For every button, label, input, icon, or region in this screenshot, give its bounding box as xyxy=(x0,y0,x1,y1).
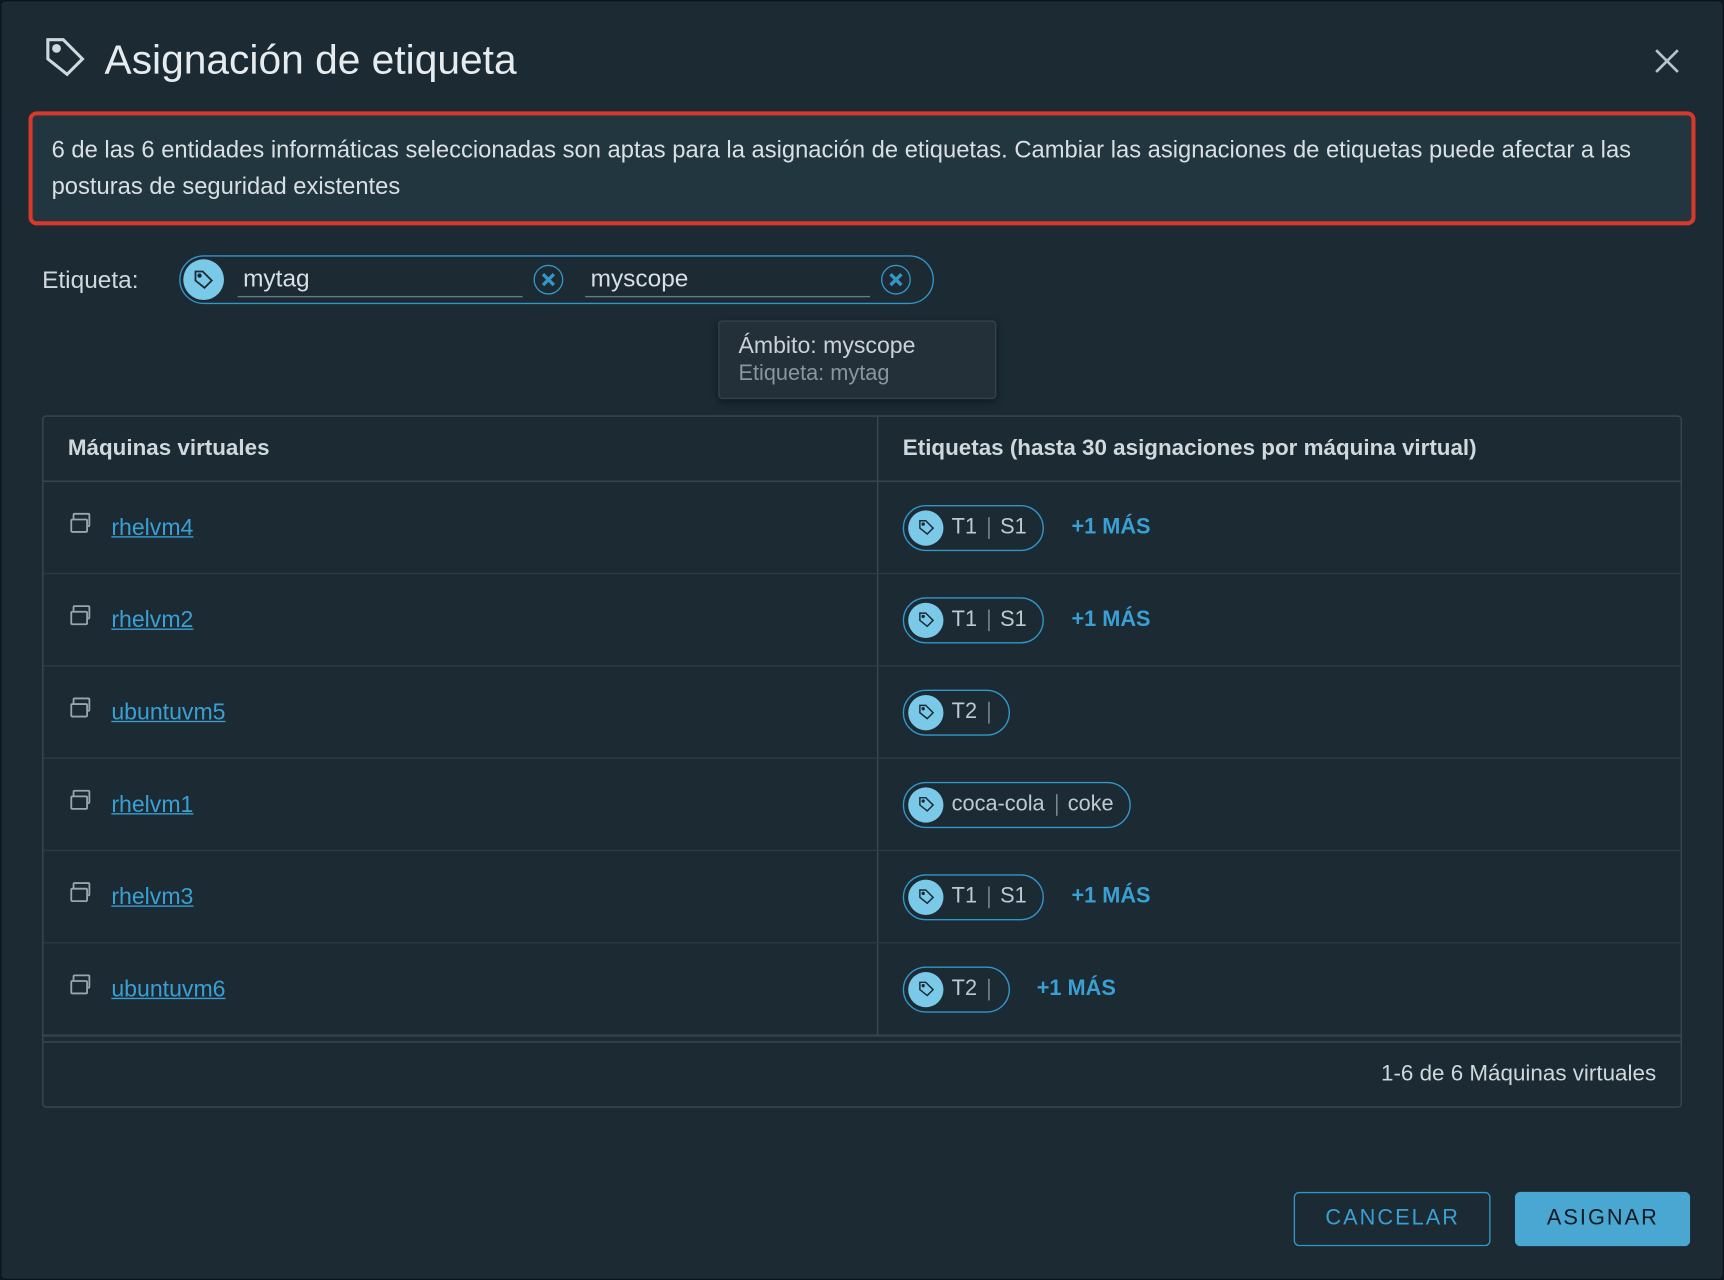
eligibility-alert: 6 de las 6 entidades informáticas selecc… xyxy=(29,111,1696,225)
vm-icon xyxy=(68,603,95,637)
cell-vm: rhelvm2 xyxy=(43,575,878,666)
more-tags-link[interactable]: +1 MÁS xyxy=(1037,977,1116,1001)
tag-pill[interactable]: coca-colacoke xyxy=(903,782,1131,828)
vm-table: Máquinas virtuales Etiquetas (hasta 30 a… xyxy=(42,416,1682,1108)
tag-pill[interactable]: T2 xyxy=(903,966,1010,1012)
tag-icon xyxy=(908,695,943,730)
vm-icon xyxy=(68,880,95,914)
table-header: Máquinas virtuales Etiquetas (hasta 30 a… xyxy=(43,417,1680,482)
vm-icon xyxy=(68,695,95,729)
more-tags-link[interactable]: +1 MÁS xyxy=(1071,516,1150,540)
tooltip-tag: Etiqueta: mytag xyxy=(738,363,976,387)
cell-vm: rhelvm1 xyxy=(43,759,878,850)
tag-pill[interactable]: T1S1 xyxy=(903,874,1045,920)
vm-link[interactable]: ubuntuvm5 xyxy=(111,699,225,726)
more-tags-link[interactable]: +1 MÁS xyxy=(1071,608,1150,632)
tooltip-scope: Ámbito: myscope xyxy=(738,333,976,360)
cell-tags: T1S1 +1 MÁS xyxy=(878,851,1680,942)
dialog-footer: CANCELAR ASIGNAR xyxy=(1,1167,1722,1278)
tag-icon xyxy=(908,879,943,914)
vm-link[interactable]: rhelvm1 xyxy=(111,791,193,818)
tag-tooltip: Ámbito: myscope Etiqueta: mytag xyxy=(718,321,996,400)
table-row: rhelvm3 T1S1 +1 MÁS xyxy=(43,851,1680,943)
assign-button[interactable]: ASIGNAR xyxy=(1516,1192,1690,1246)
tag-field-label: Etiqueta: xyxy=(42,266,138,295)
clear-tag-icon[interactable] xyxy=(534,265,564,295)
cell-tags: T1S1 +1 MÁS xyxy=(878,482,1680,573)
tag-name-input[interactable] xyxy=(238,262,523,297)
cell-tags: coca-colacoke xyxy=(878,759,1680,850)
vm-icon xyxy=(68,972,95,1006)
table-row: ubuntuvm5 T2 xyxy=(43,667,1680,759)
cell-tags: T2 +1 MÁS xyxy=(878,944,1680,1035)
tag-icon xyxy=(908,510,943,545)
dialog-title: Asignación de etiqueta xyxy=(105,37,517,83)
tag-icon xyxy=(908,787,943,822)
dialog-header: Asignación de etiqueta xyxy=(1,1,1722,111)
vm-link[interactable]: ubuntuvm6 xyxy=(111,976,225,1003)
vm-link[interactable]: rhelvm3 xyxy=(111,883,193,910)
cell-vm: rhelvm4 xyxy=(43,482,878,573)
vm-link[interactable]: rhelvm4 xyxy=(111,514,193,541)
tag-icon xyxy=(183,260,224,301)
more-tags-link[interactable]: +1 MÁS xyxy=(1071,885,1150,909)
cell-tags: T2 xyxy=(878,667,1680,758)
tag-icon xyxy=(42,34,88,87)
vm-icon xyxy=(68,511,95,545)
close-button[interactable] xyxy=(1649,43,1684,78)
cell-vm: rhelvm3 xyxy=(43,851,878,942)
table-row: rhelvm1 coca-colacoke xyxy=(43,759,1680,851)
tag-pill[interactable]: T1S1 xyxy=(903,597,1045,643)
tag-pill[interactable]: T2 xyxy=(903,689,1010,735)
table-row: ubuntuvm6 T2 +1 MÁS xyxy=(43,944,1680,1036)
tag-assignment-dialog: Asignación de etiqueta 6 de las 6 entida… xyxy=(0,0,1724,1280)
table-row: rhelvm4 T1S1 +1 MÁS xyxy=(43,482,1680,574)
clear-scope-icon[interactable] xyxy=(881,265,911,295)
header-tags: Etiquetas (hasta 30 asignaciones por máq… xyxy=(878,417,1680,481)
table-row: rhelvm2 T1S1 +1 MÁS xyxy=(43,575,1680,667)
cell-vm: ubuntuvm5 xyxy=(43,667,878,758)
tag-input-row: Etiqueta: xyxy=(1,237,1722,313)
tag-scope-input[interactable] xyxy=(585,262,870,297)
tag-icon xyxy=(908,972,943,1007)
cancel-button[interactable]: CANCELAR xyxy=(1294,1192,1491,1246)
tag-field[interactable] xyxy=(179,256,934,305)
vm-link[interactable]: rhelvm2 xyxy=(111,606,193,633)
vm-icon xyxy=(68,788,95,822)
cell-vm: ubuntuvm6 xyxy=(43,944,878,1035)
header-vm: Máquinas virtuales xyxy=(43,417,878,481)
tag-pill[interactable]: T1S1 xyxy=(903,505,1045,551)
cell-tags: T1S1 +1 MÁS xyxy=(878,575,1680,666)
tag-icon xyxy=(908,602,943,637)
table-footer: 1-6 de 6 Máquinas virtuales xyxy=(43,1042,1680,1107)
